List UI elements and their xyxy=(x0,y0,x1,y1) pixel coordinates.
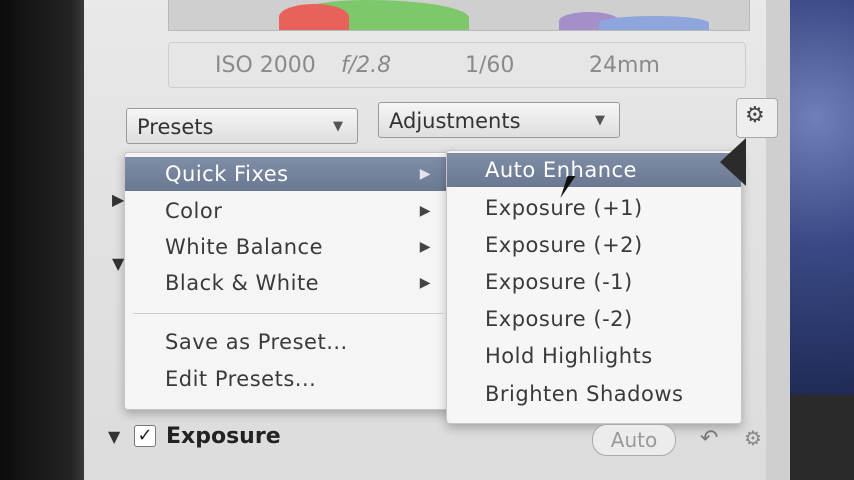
chevron-down-icon: ▼ xyxy=(333,119,343,134)
photo-background xyxy=(790,395,854,480)
exif-aperture: f/2.8 xyxy=(341,53,392,78)
exif-focal-length: 24mm xyxy=(589,53,660,78)
menu-item-save-as-preset[interactable]: Save as Preset... xyxy=(125,325,451,359)
menu-item-quick-fixes[interactable]: Quick Fixes ▶ xyxy=(125,157,451,191)
submenu-item-auto-enhance[interactable]: Auto Enhance xyxy=(447,153,741,187)
submenu-arrow-icon: ▶ xyxy=(419,275,431,291)
menu-item-color[interactable]: Color ▶ xyxy=(125,194,451,228)
submenu-item-hold-highlights[interactable]: Hold Highlights xyxy=(447,339,741,373)
disclosure-triangle-icon[interactable]: ▼ xyxy=(108,427,120,446)
histogram-blue-channel xyxy=(599,16,709,30)
reset-icon[interactable]: ↶ xyxy=(700,426,718,451)
adjustments-dropdown[interactable]: Adjustments ▼ xyxy=(378,102,620,138)
presets-menu: Quick Fixes ▶ Color ▶ White Balance ▶ Bl… xyxy=(124,152,452,410)
adjustments-label: Adjustments xyxy=(389,109,521,133)
photo-thumbnail[interactable] xyxy=(790,0,854,395)
presets-dropdown[interactable]: Presets ▼ xyxy=(126,108,358,144)
exposure-checkbox[interactable]: ✓ xyxy=(134,425,156,447)
settings-button[interactable]: ⚙ xyxy=(736,98,778,138)
histogram xyxy=(168,0,750,31)
screen-bezel xyxy=(0,0,84,480)
submenu-item-exposure-plus-1[interactable]: Exposure (+1) xyxy=(447,191,741,225)
submenu-item-brighten-shadows[interactable]: Brighten Shadows xyxy=(447,377,741,411)
chevron-down-icon: ▼ xyxy=(595,113,605,128)
submenu-arrow-icon: ▶ xyxy=(419,239,431,255)
exif-shutter: 1/60 xyxy=(465,53,515,78)
exif-info-bar: ISO 2000 f/2.8 1/60 24mm xyxy=(168,42,746,88)
menu-item-black-white[interactable]: Black & White ▶ xyxy=(125,266,451,300)
submenu-item-exposure-plus-2[interactable]: Exposure (+2) xyxy=(447,228,741,262)
menu-separator xyxy=(133,313,443,314)
exif-iso: ISO 2000 xyxy=(215,53,316,78)
exposure-section-header: ▼ ✓ Exposure Auto ↶ ⚙ xyxy=(104,422,764,456)
quick-fixes-submenu: Auto Enhance Exposure (+1) Exposure (+2)… xyxy=(446,150,742,424)
presets-label: Presets xyxy=(137,115,214,139)
submenu-item-exposure-minus-1[interactable]: Exposure (-1) xyxy=(447,265,741,299)
gear-icon[interactable]: ⚙ xyxy=(744,426,762,450)
disclosure-triangle-icon[interactable]: ▼ xyxy=(112,254,124,273)
submenu-pointer xyxy=(720,138,746,186)
menu-item-white-balance[interactable]: White Balance ▶ xyxy=(125,230,451,264)
submenu-arrow-icon: ▶ xyxy=(419,203,431,219)
histogram-red-channel xyxy=(279,4,349,30)
auto-button[interactable]: Auto xyxy=(592,424,676,456)
menu-item-edit-presets[interactable]: Edit Presets... xyxy=(125,362,451,396)
disclosure-triangle-icon[interactable]: ▶ xyxy=(112,190,124,209)
submenu-arrow-icon: ▶ xyxy=(419,166,431,182)
gear-icon: ⚙ xyxy=(745,103,765,128)
submenu-item-exposure-minus-2[interactable]: Exposure (-2) xyxy=(447,302,741,336)
exposure-label: Exposure xyxy=(166,424,281,449)
